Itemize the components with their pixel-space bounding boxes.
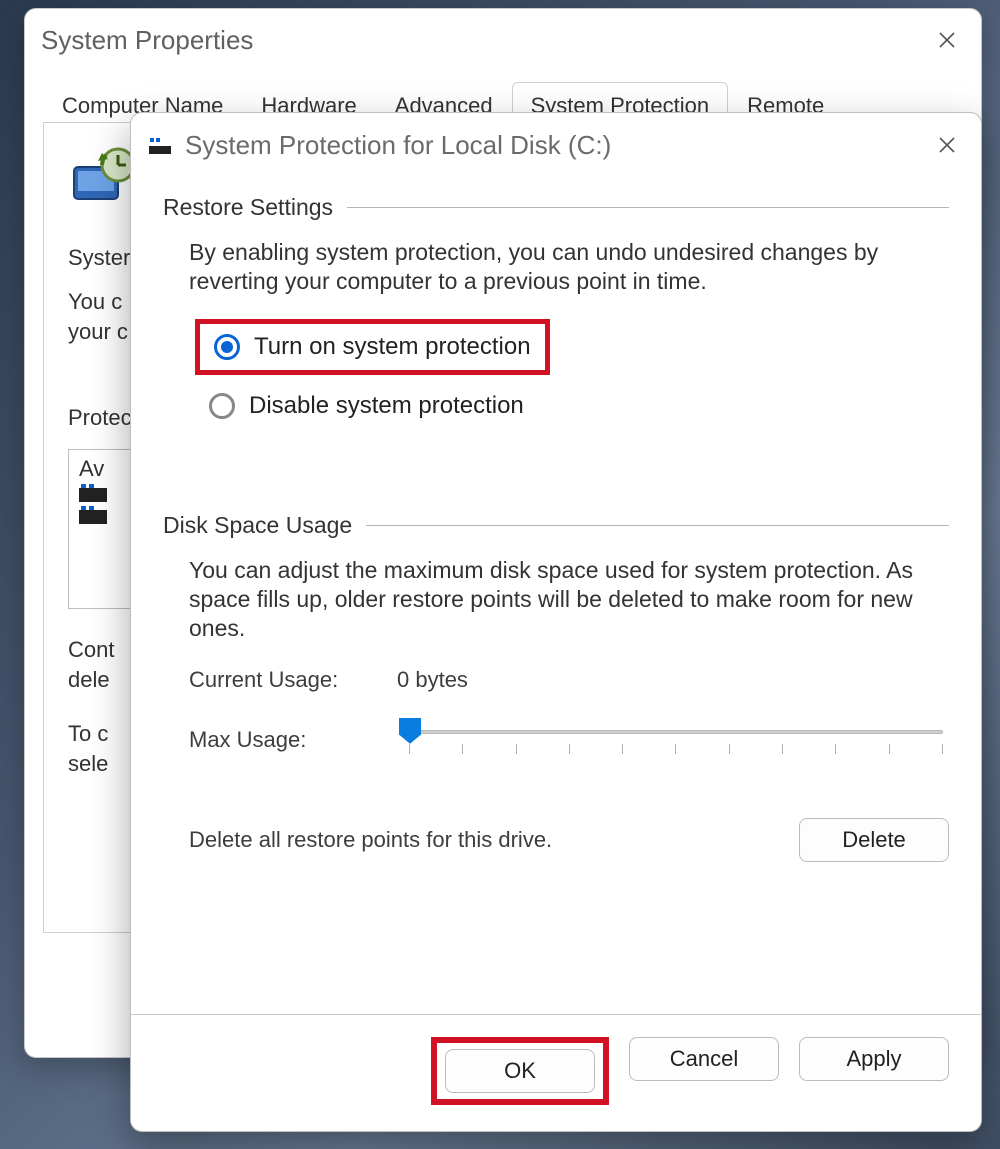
radio-disable-system-protection[interactable]: Disable system protection	[195, 383, 538, 429]
radio-icon	[209, 393, 235, 419]
current-usage-value: 0 bytes	[397, 666, 468, 694]
restore-radio-group: Turn on system protection Disable system…	[195, 319, 949, 429]
current-usage-label: Current Usage:	[189, 666, 359, 694]
delete-button[interactable]: Delete	[799, 818, 949, 862]
restore-settings-header: Restore Settings	[163, 193, 949, 222]
radio-turn-on-system-protection[interactable]: Turn on system protection	[195, 319, 550, 375]
system-protection-config-window: System Protection for Local Disk (C:) Re…	[130, 112, 982, 1132]
ok-button-highlight: OK	[431, 1037, 609, 1105]
drive-icon	[79, 510, 107, 524]
ok-button[interactable]: OK	[445, 1049, 595, 1093]
slider-thumb[interactable]	[399, 718, 421, 744]
radio-label: Turn on system protection	[254, 332, 531, 362]
cancel-button[interactable]: Cancel	[629, 1037, 779, 1081]
config-title: System Protection for Local Disk (C:)	[185, 130, 611, 161]
slider-track	[409, 730, 943, 734]
drive-icon	[79, 488, 107, 502]
max-usage-slider[interactable]	[399, 720, 943, 768]
divider	[366, 525, 949, 526]
config-footer: OK Cancel Apply	[131, 1014, 981, 1131]
disk-space-header: Disk Space Usage	[163, 511, 949, 540]
radio-label: Disable system protection	[249, 391, 524, 421]
max-usage-label: Max Usage:	[189, 720, 359, 754]
radio-icon	[214, 334, 240, 360]
system-properties-titlebar: System Properties	[25, 9, 981, 71]
slider-ticks	[409, 744, 943, 758]
section-label: Disk Space Usage	[163, 511, 352, 540]
max-usage-row: Max Usage:	[189, 720, 949, 768]
restore-description: By enabling system protection, you can u…	[189, 238, 937, 296]
close-icon	[937, 135, 957, 155]
divider	[347, 207, 949, 208]
apply-button[interactable]: Apply	[799, 1037, 949, 1081]
section-label: Restore Settings	[163, 193, 333, 222]
system-properties-title: System Properties	[41, 25, 253, 56]
close-icon	[937, 30, 957, 50]
close-button[interactable]	[927, 20, 967, 60]
config-titlebar: System Protection for Local Disk (C:)	[131, 113, 981, 177]
delete-row: Delete all restore points for this drive…	[189, 818, 949, 862]
config-body: Restore Settings By enabling system prot…	[131, 177, 981, 1014]
delete-description: Delete all restore points for this drive…	[189, 826, 552, 854]
current-usage-row: Current Usage: 0 bytes	[189, 666, 949, 694]
close-button[interactable]	[927, 125, 967, 165]
disk-space-description: You can adjust the maximum disk space us…	[189, 556, 937, 642]
drive-icon	[149, 136, 171, 154]
